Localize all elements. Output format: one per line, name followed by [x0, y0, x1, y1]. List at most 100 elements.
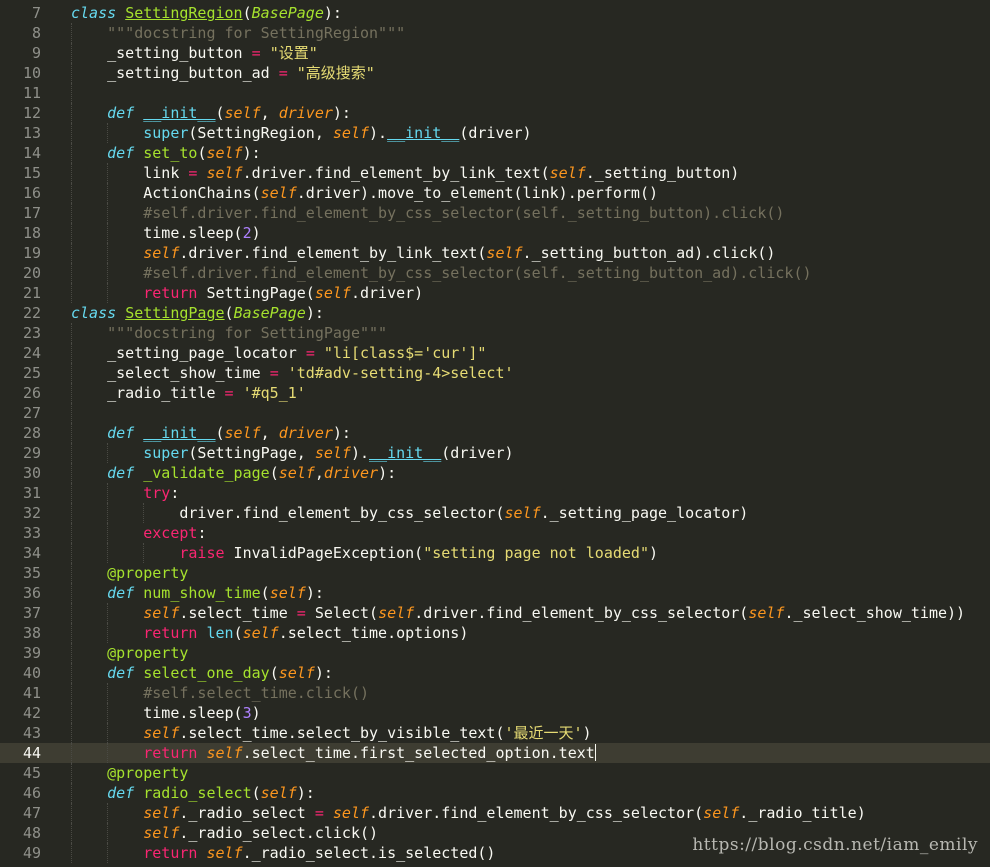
code-text: def __init__(self, driver):: [71, 103, 351, 123]
code-line[interactable]: 9 _setting_button = "设置": [0, 43, 990, 63]
code-token: ): [582, 724, 592, 742]
code-text: def radio_select(self):: [71, 783, 315, 803]
code-line[interactable]: 16 ActionChains(self.driver).move_to_ele…: [0, 183, 990, 203]
code-text: @property: [71, 563, 188, 583]
code-text: link = self.driver.find_element_by_link_…: [71, 163, 739, 183]
code-token: self: [314, 444, 351, 462]
code-line[interactable]: 10 _setting_button_ad = "高级搜索": [0, 63, 990, 83]
code-line[interactable]: 20 #self.driver.find_element_by_css_sele…: [0, 263, 990, 283]
code-token: "设置": [269, 44, 318, 62]
code-token: set_to: [143, 144, 198, 162]
code-line[interactable]: 38 return len(self.select_time.options): [0, 623, 990, 643]
code-token: def: [107, 784, 135, 802]
code-token: .select_time.first_selected_option.text: [242, 744, 595, 762]
line-number: 35: [22, 564, 41, 582]
code-line[interactable]: 43 self.select_time.select_by_visible_te…: [0, 723, 990, 743]
code-token: .driver.find_element_by_css_selector(: [369, 804, 704, 822]
code-line[interactable]: 35 @property: [0, 563, 990, 583]
code-text: #self.driver.find_element_by_css_selecto…: [71, 203, 784, 223]
code-token: ._radio_title): [739, 804, 866, 822]
code-text: self._radio_select = self.driver.find_el…: [71, 803, 866, 823]
code-text: """docstring for SettingPage""": [71, 323, 387, 343]
code-line[interactable]: 29 super(SettingPage, self).__init__(dri…: [0, 443, 990, 463]
line-number: 43: [22, 724, 41, 742]
line-number: 25: [22, 364, 41, 382]
code-token: driver: [323, 464, 379, 482]
code-line[interactable]: 32 driver.find_element_by_css_selector(s…: [0, 503, 990, 523]
code-line[interactable]: 7 class SettingRegion(BasePage):: [0, 3, 990, 23]
code-token: ._select_show_time)): [784, 604, 966, 622]
code-line[interactable]: 44 return self.select_time.first_selecte…: [0, 743, 990, 763]
code-token: class: [71, 4, 117, 22]
code-line[interactable]: 22 class SettingPage(BasePage):: [0, 303, 990, 323]
code-line[interactable]: 41 #self.select_time.click(): [0, 683, 990, 703]
code-token: ._radio_select.click(): [179, 824, 379, 842]
code-line[interactable]: 39 @property: [0, 643, 990, 663]
code-line[interactable]: 47 self._radio_select = self.driver.find…: [0, 803, 990, 823]
code-token: driver: [278, 424, 333, 442]
code-line[interactable]: 8 """docstring for SettingRegion""": [0, 23, 990, 43]
code-token: self: [260, 184, 297, 202]
code-token: ):: [332, 424, 351, 442]
code-line[interactable]: 42 time.sleep(3): [0, 703, 990, 723]
line-number: 41: [22, 684, 41, 702]
code-line[interactable]: 31 try:: [0, 483, 990, 503]
code-line[interactable]: 46 def radio_select(self):: [0, 783, 990, 803]
code-line[interactable]: 37 self.select_time = Select(self.driver…: [0, 603, 990, 623]
code-line[interactable]: 36 def num_show_time(self):: [0, 583, 990, 603]
code-line[interactable]: 26 _radio_title = '#q5_1': [0, 383, 990, 403]
line-number: 31: [22, 484, 41, 502]
code-line[interactable]: 15 link = self.driver.find_element_by_li…: [0, 163, 990, 183]
code-text: def num_show_time(self):: [71, 583, 324, 603]
code-token: self: [314, 284, 351, 302]
code-line[interactable]: 28 def __init__(self, driver):: [0, 423, 990, 443]
code-line[interactable]: 12 def __init__(self, driver):: [0, 103, 990, 123]
code-token: self: [332, 804, 370, 822]
code-line[interactable]: 34 raise InvalidPageException("setting p…: [0, 543, 990, 563]
code-line[interactable]: 19 self.driver.find_element_by_link_text…: [0, 243, 990, 263]
code-line[interactable]: 17 #self.driver.find_element_by_css_sele…: [0, 203, 990, 223]
code-line[interactable]: 27: [0, 403, 990, 423]
code-editor[interactable]: 7 class SettingRegion(BasePage): 8 """docs…: [0, 3, 990, 863]
code-line[interactable]: 33 except:: [0, 523, 990, 543]
code-line[interactable]: 30 def _validate_page(self,driver):: [0, 463, 990, 483]
code-line[interactable]: 14 def set_to(self):: [0, 143, 990, 163]
code-token: return: [143, 284, 198, 302]
code-line[interactable]: 13 super(SettingRegion, self).__init__(d…: [0, 123, 990, 143]
code-line[interactable]: 25 _select_show_time = 'td#adv-setting-4…: [0, 363, 990, 383]
line-number: 11: [22, 84, 41, 102]
line-number: 38: [22, 624, 41, 642]
line-number: 7: [31, 4, 41, 22]
code-line[interactable]: 40 def select_one_day(self):: [0, 663, 990, 683]
line-number: 15: [22, 164, 41, 182]
code-token: def: [107, 424, 135, 442]
code-token: "高级搜索": [296, 64, 375, 82]
code-line[interactable]: 45 @property: [0, 763, 990, 783]
code-text: self._radio_select.click(): [71, 823, 378, 843]
code-token: """docstring for SettingPage""": [71, 324, 388, 342]
code-line[interactable]: 24 _setting_page_locator = "li[class$='c…: [0, 343, 990, 363]
line-number: 28: [22, 424, 41, 442]
code-token: BasePage: [233, 304, 306, 322]
line-number: 17: [22, 204, 41, 222]
code-token: (: [242, 4, 252, 22]
line-number: 8: [31, 24, 41, 42]
code-token: self: [143, 244, 180, 262]
code-line[interactable]: 18 time.sleep(2): [0, 223, 990, 243]
code-line[interactable]: 11: [0, 83, 990, 103]
line-number: 48: [22, 824, 41, 842]
code-text: super(SettingRegion, self).__init__(driv…: [71, 123, 531, 143]
code-line[interactable]: 21 return SettingPage(self.driver): [0, 283, 990, 303]
code-line[interactable]: 23 """docstring for SettingPage""": [0, 323, 990, 343]
code-text: def set_to(self):: [71, 143, 261, 163]
code-token: ):: [242, 144, 261, 162]
line-number: 42: [22, 704, 41, 722]
